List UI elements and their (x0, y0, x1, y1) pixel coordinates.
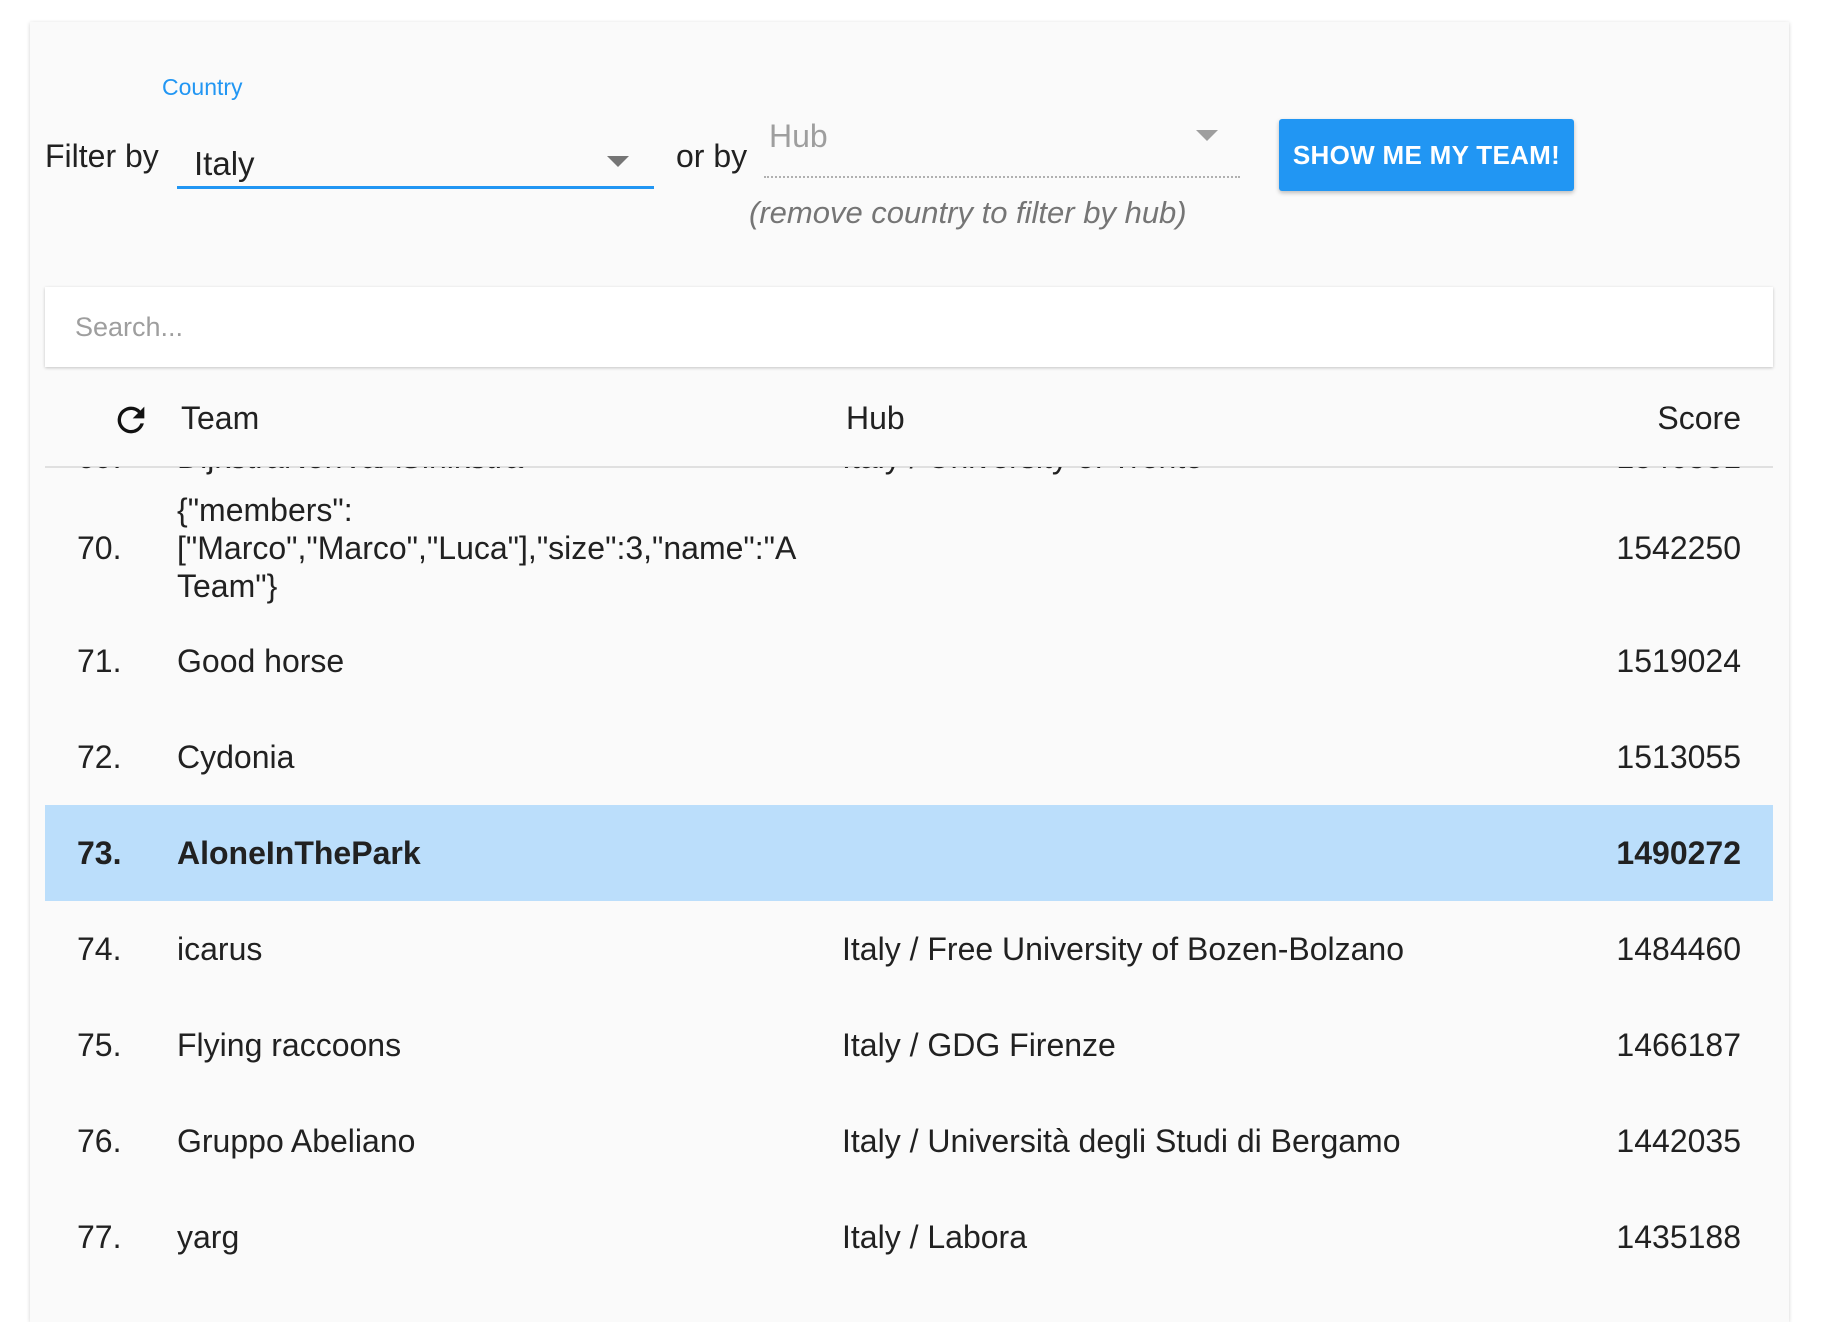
score-cell: 1442035 (1616, 1122, 1741, 1159)
team-cell: {"members":["Marco","Marco","Luca"],"siz… (177, 492, 795, 604)
rank-cell: 69. (77, 467, 121, 476)
score-cell: 1546381 (1616, 467, 1741, 476)
team-cell: yarg (177, 1219, 240, 1255)
hub-cell: Italy / Università degli Studi di Bergam… (842, 1122, 1401, 1159)
score-cell: 1484460 (1616, 930, 1741, 967)
table-row[interactable]: 75. Flying raccoons Italy / GDG Firenze 146… (45, 997, 1773, 1093)
table-row[interactable]: 71. Good horse 1519024 (45, 613, 1773, 709)
team-cell: Gruppo Abeliano (177, 1123, 416, 1159)
rank-cell: 77. (77, 1218, 122, 1255)
country-selected-value: Italy (194, 145, 255, 182)
team-cell: DijkstraNonVaASinikstra (177, 467, 797, 476)
hub-cell: Italy / University of Trento (842, 467, 1203, 476)
table-row-highlighted[interactable]: 73. AloneInThePark 1490272 (45, 805, 1773, 901)
table-row[interactable]: 76. Gruppo Abeliano Italy / Università deg… (45, 1093, 1773, 1189)
rank-cell: 76. (77, 1122, 122, 1159)
chevron-down-icon (1196, 130, 1218, 141)
rank-cell: 75. (77, 1026, 122, 1063)
rank-cell: 72. (77, 738, 122, 775)
hub-cell: Italy / Free University of Bozen-Bolzano (842, 930, 1405, 967)
score-cell: 1466187 (1616, 1026, 1741, 1063)
score-cell: 1435188 (1616, 1218, 1741, 1255)
team-cell: AloneInThePark (177, 835, 421, 871)
chevron-down-icon (607, 156, 629, 167)
table-row[interactable]: 69. DijkstraNonVaASinikstra Italy / Univer… (45, 467, 1773, 483)
country-select[interactable]: Italy (177, 141, 654, 189)
score-cell: 1513055 (1616, 738, 1741, 775)
team-cell: Good horse (177, 643, 345, 679)
table-row[interactable]: 74. icarus Italy / Free University of Boze… (45, 901, 1773, 997)
column-header-team[interactable]: Team (181, 400, 259, 437)
hub-select[interactable]: Hub (764, 108, 1240, 178)
column-header-hub[interactable]: Hub (846, 400, 905, 437)
or-by-label: or by (676, 138, 748, 174)
rank-cell: 73. (77, 834, 122, 871)
rank-cell: 71. (77, 642, 122, 679)
search-input[interactable] (45, 287, 1773, 367)
table-row[interactable]: 70. {"members":["Marco","Marco","Luca"],"… (45, 483, 1773, 613)
rank-cell: 70. (77, 529, 122, 566)
team-cell: icarus (177, 931, 263, 967)
team-cell: Flying raccoons (177, 1027, 402, 1063)
table-body: 69. DijkstraNonVaASinikstra Italy / Univer… (45, 467, 1773, 1264)
hub-placeholder: Hub (769, 118, 828, 154)
search-field[interactable] (45, 287, 1773, 367)
refresh-icon[interactable] (111, 400, 151, 440)
column-header-score[interactable]: Score (1657, 400, 1741, 437)
table-row[interactable]: 72. Cydonia 1513055 (45, 709, 1773, 805)
hub-cell: Italy / GDG Firenze (842, 1026, 1116, 1063)
show-my-team-button[interactable]: SHOW ME MY TEAM! (1279, 119, 1574, 191)
score-cell: 1490272 (1616, 834, 1741, 871)
table-header: Team Hub Score (45, 396, 1773, 468)
rank-cell: 74. (77, 930, 122, 967)
hub-cell: Italy / Labora (842, 1218, 1027, 1255)
score-cell: 1542250 (1616, 529, 1741, 566)
score-cell: 1519024 (1616, 642, 1741, 679)
table-rows: 69. DijkstraNonVaASinikstra Italy / Univer… (45, 467, 1773, 1264)
hub-hint: (remove country to filter by hub) (749, 195, 1187, 230)
filter-by-label: Filter by (45, 138, 159, 174)
team-cell: Cydonia (177, 739, 295, 775)
country-field-label: Country (162, 74, 243, 100)
table-row[interactable]: 77. yarg Italy / Labora 1435188 (45, 1189, 1773, 1264)
